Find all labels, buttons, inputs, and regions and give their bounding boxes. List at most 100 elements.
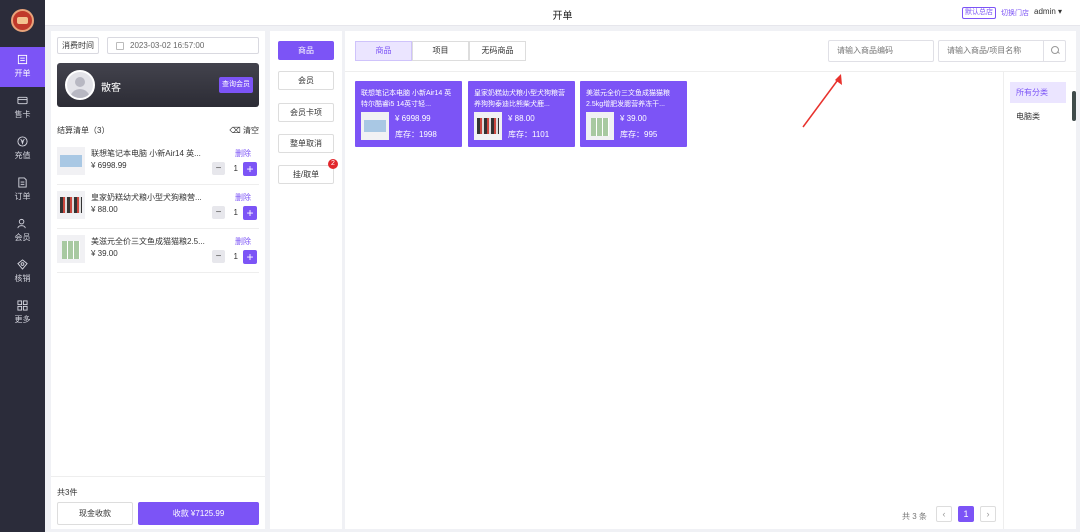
top-bar: 开单 默认总店 切换门店 admin ▾ [45, 0, 1080, 26]
tab-services[interactable]: 项目 [412, 41, 469, 61]
scrollbar-handle[interactable] [1072, 91, 1076, 121]
product-thumbnail [474, 112, 502, 140]
next-page-button[interactable]: › [980, 506, 996, 522]
consume-time-value: 2023-03-02 16:57:00 [130, 41, 205, 50]
switch-store-link[interactable]: 切换门店 [1001, 8, 1029, 18]
clear-label: 清空 [243, 126, 259, 135]
products-button[interactable]: 商品 [278, 41, 334, 60]
user-menu[interactable]: admin ▾ [1034, 7, 1062, 16]
product-thumbnail [586, 112, 614, 140]
collect-payment-button[interactable]: 收款 ¥7125.99 [138, 502, 259, 525]
nav-item-orders[interactable]: 订单 [0, 170, 45, 210]
member-card-items-button[interactable]: 会员卡项 [278, 103, 334, 122]
nav-item-cashier[interactable]: 开单 [0, 47, 45, 87]
settlement-list-title: 结算清单（3） [57, 126, 110, 135]
product-stock: 库存：1998 [395, 130, 437, 139]
dog-food-image [474, 112, 502, 140]
order-icon [18, 177, 27, 188]
nav-label: 核销 [14, 274, 31, 283]
nav-item-member[interactable]: 会员 [0, 211, 45, 251]
nav-label: 售卡 [14, 110, 31, 119]
product-stock: 库存：1101 [508, 130, 550, 139]
product-code-search [828, 40, 934, 62]
cart-panel: 消费时间 2023-03-02 16:57:00 散客 查询会员 结算清单（3）… [51, 31, 265, 529]
cart-footer: 共3件 现金收款 收款 ¥7125.99 [51, 476, 265, 529]
category-all[interactable]: 所有分类 [1010, 82, 1066, 103]
nav-item-card[interactable]: 售卡 [0, 88, 45, 128]
query-member-button[interactable]: 查询会员 [219, 77, 253, 93]
function-column: 商品 会员 会员卡项 整单取消 挂/取单 2 [270, 31, 342, 529]
product-name-input[interactable] [947, 46, 1037, 55]
category-panel: 所有分类 电脑类 [1003, 72, 1076, 529]
member-card: 散客 查询会员 [57, 63, 259, 107]
nav-label: 充值 [14, 151, 31, 160]
product-price: ¥ 39.00 [620, 114, 647, 123]
category-computers[interactable]: 电脑类 [1010, 106, 1066, 127]
product-stock: 库存：995 [620, 130, 658, 139]
hold-order-button[interactable]: 挂/取单 [278, 165, 334, 184]
member-button[interactable]: 会员 [278, 71, 334, 90]
decrease-button[interactable]: − [212, 206, 225, 219]
cart-item-price: ¥ 6998.99 [91, 161, 127, 170]
product-thumbnail [57, 235, 85, 263]
product-price: ¥ 88.00 [508, 114, 535, 123]
product-name-search [938, 40, 1066, 62]
cart-item: 美滋元全价三文鱼成猫猫粮2.5... ¥ 39.00 删除 − 1 + [57, 229, 259, 273]
held-orders-badge: 2 [328, 159, 338, 169]
caret-down-icon: ▾ [1058, 7, 1063, 16]
search-icon[interactable] [1043, 41, 1065, 61]
nav-label: 会员 [14, 233, 31, 242]
cart-item-name: 美滋元全价三文鱼成猫猫粮2.5... [91, 237, 205, 246]
decrease-button[interactable]: − [212, 250, 225, 263]
prev-page-button[interactable]: ‹ [936, 506, 952, 522]
side-nav: 开单 售卡 充值 订单 会员 核销 更多 [0, 0, 45, 532]
increase-button[interactable]: + [243, 206, 257, 220]
page-button[interactable]: 1 [958, 506, 974, 522]
member-icon [17, 218, 26, 229]
member-name: 散客 [101, 83, 121, 94]
card-icon [17, 96, 28, 105]
cancel-order-button[interactable]: 整单取消 [278, 134, 334, 153]
product-card[interactable]: 联想笔记本电脑 小新Air14 英特尔酷睿i5 14英寸轻... ¥ 6998.… [355, 81, 462, 147]
consume-time-picker[interactable]: 2023-03-02 16:57:00 [107, 37, 259, 54]
product-card[interactable]: 美滋元全价三文鱼成猫猫粮2.5kg增肥发腮营养冻干... ¥ 39.00 库存：… [580, 81, 687, 147]
tab-no-barcode-products[interactable]: 无码商品 [469, 41, 526, 61]
product-thumbnail [361, 112, 389, 140]
product-thumbnail [57, 147, 85, 175]
nav-label: 更多 [14, 315, 31, 324]
cart-item-name: 皇家奶糕幼犬粮小型犬狗粮营... [91, 193, 202, 202]
user-name: admin [1034, 7, 1056, 16]
cart-item: 联想笔记本电脑 小新Air14 英... ¥ 6998.99 删除 − 1 + [57, 141, 259, 185]
increase-button[interactable]: + [243, 250, 257, 264]
delete-button[interactable]: 删除 [235, 236, 251, 247]
nav-label: 订单 [14, 192, 31, 201]
calendar-icon [116, 42, 124, 50]
total-count: 共3件 [57, 488, 78, 497]
delete-button[interactable]: 删除 [235, 148, 251, 159]
cart-item-price: ¥ 39.00 [91, 249, 118, 258]
product-price: ¥ 6998.99 [395, 114, 431, 123]
increase-button[interactable]: + [243, 162, 257, 176]
cart-item: 皇家奶糕幼犬粮小型犬狗粮营... ¥ 88.00 删除 − 1 + [57, 185, 259, 229]
pagination-total: 共 3 条 [902, 512, 927, 521]
nav-item-verify[interactable]: 核销 [0, 252, 45, 292]
clear-button[interactable]: ⌫ 清空 [229, 125, 259, 136]
cash-payment-button[interactable]: 现金收款 [57, 502, 133, 525]
grid-icon [17, 300, 28, 311]
product-card[interactable]: 皇家奶糕幼犬粮小型犬狗粮营养狗狗泰迪比熊柴犬鹿... ¥ 88.00 库存：11… [468, 81, 575, 147]
avatar [65, 70, 95, 100]
decrease-button[interactable]: − [212, 162, 225, 175]
divider [345, 71, 1076, 72]
nav-item-recharge[interactable]: 充值 [0, 129, 45, 169]
nav-item-more[interactable]: 更多 [0, 293, 45, 333]
product-area: 商品 项目 无码商品 联想笔记本电脑 小新Air14 英特尔酷睿i5 14英寸轻… [345, 31, 1076, 529]
product-code-input[interactable] [837, 46, 927, 55]
annotation-arrow-icon [802, 74, 842, 128]
delete-button[interactable]: 删除 [235, 192, 251, 203]
tab-products[interactable]: 商品 [355, 41, 412, 61]
product-name: 联想笔记本电脑 小新Air14 英特尔酷睿i5 14英寸轻... [361, 90, 452, 108]
cart-item-name: 联想笔记本电脑 小新Air14 英... [91, 149, 201, 158]
yen-icon [17, 136, 28, 147]
eraser-icon: ⌫ [229, 126, 241, 135]
product-name: 皇家奶糕幼犬粮小型犬狗粮营养狗狗泰迪比熊柴犬鹿... [474, 90, 565, 108]
